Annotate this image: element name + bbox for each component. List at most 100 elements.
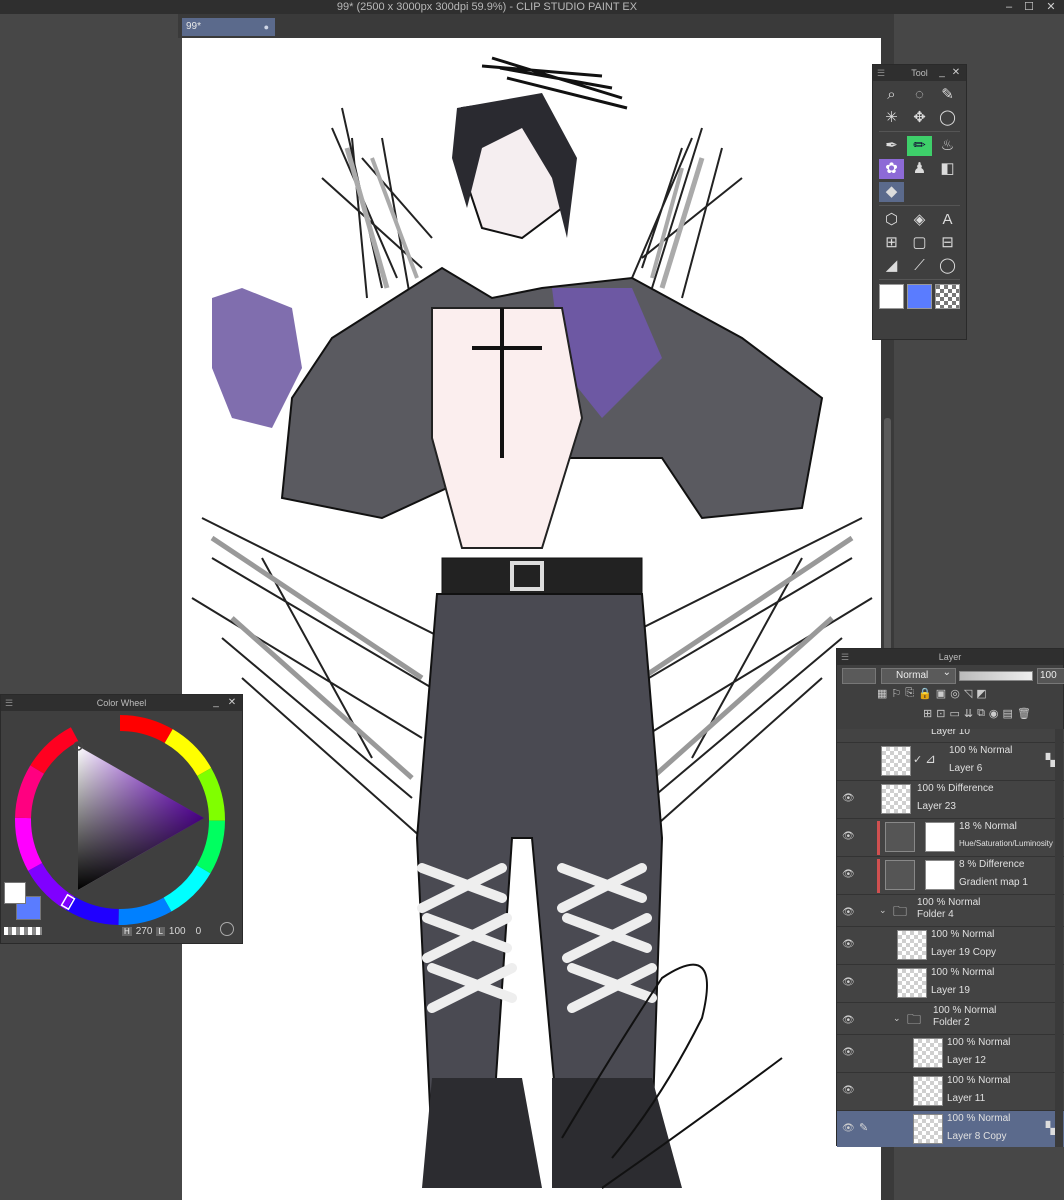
grip-icon[interactable]: ☰ [5, 695, 13, 711]
combine-icon[interactable]: ⧉ [977, 707, 985, 727]
rotate-select-icon[interactable]: ◌ [907, 85, 932, 105]
blend-icon[interactable]: ♟ [907, 159, 932, 179]
mask-thumbnail [925, 860, 955, 890]
eyedropper-icon[interactable]: ✎ [935, 85, 960, 105]
color-settings-icon[interactable] [220, 922, 234, 936]
move-icon[interactable]: ✥ [907, 108, 932, 128]
grip-icon[interactable]: ☰ [877, 65, 885, 81]
set-reference-icon[interactable]: ⚐ [891, 687, 901, 705]
color-wheel-title: Color Wheel [96, 698, 147, 708]
eye-icon[interactable]: 👁 [842, 1123, 855, 1134]
layer-row[interactable]: ✓ ⊿ 100 % Normal Layer 6 ▚ [837, 743, 1064, 781]
chevron-down-icon[interactable]: ⌄ [879, 905, 887, 916]
opacity-input[interactable]: 100 [1037, 668, 1064, 684]
reference-layer-icon[interactable]: ▦ [877, 687, 887, 705]
layer-row[interactable]: 👁 18 % Normal Hue/Saturation/Luminosity [837, 819, 1064, 857]
sub-color-swatch[interactable] [907, 284, 932, 309]
lasso-icon[interactable]: ◯ [935, 108, 960, 128]
minimize-icon[interactable]: _ [936, 65, 948, 81]
fill-icon[interactable]: ◈ [907, 210, 932, 230]
layer-row[interactable]: 👁 100 % Normal Layer 12 [837, 1035, 1064, 1073]
chevron-down-icon[interactable]: ⌄ [893, 1013, 901, 1024]
color-wheel-header[interactable]: ☰ Color Wheel _ ✕ [1, 695, 242, 711]
brush-pen-icon[interactable]: ⟋ [907, 256, 932, 276]
edit-pen-icon: ✎ [859, 1122, 869, 1134]
title-bar: 99* (2500 x 3000px 300dpi 59.9%) - CLIP … [0, 0, 1064, 14]
folder-icon: 🗀 [907, 1011, 921, 1027]
layer-row-selected[interactable]: 👁 ✎ 100 % Normal Layer 8 Copy ▚ [837, 1111, 1064, 1147]
eye-icon[interactable]: 👁 [842, 869, 855, 880]
close-icon[interactable]: ✕ [950, 65, 962, 81]
auto-select-icon[interactable]: ✳ [879, 108, 904, 128]
frame-icon[interactable]: ▢ [907, 233, 932, 253]
layer-thumbnail [913, 1076, 943, 1106]
eye-icon[interactable]: 👁 [842, 831, 855, 842]
tool-panel-header[interactable]: ☰ Tool _ ✕ [873, 65, 966, 81]
eye-icon[interactable]: 👁 [842, 793, 855, 804]
new-vector-layer-icon[interactable]: ⊡ [936, 707, 945, 727]
main-color-swatch[interactable] [879, 284, 904, 309]
hue-tag: H [122, 927, 132, 936]
decoration-icon[interactable]: ✿ [879, 159, 904, 179]
layer-toolbar-actions: ⊞ ⊡ ▭ ⇊ ⧉ ◉ ▤ 🗑 [837, 707, 1064, 727]
new-folder-icon[interactable]: ▭ [949, 707, 959, 727]
close-button[interactable]: ✕ [1042, 0, 1060, 14]
create-mask-icon[interactable]: ◉ [989, 707, 999, 727]
layer-row[interactable]: 👁 100 % Normal Layer 11 [837, 1073, 1064, 1111]
folder-row[interactable]: 👁 ⌄ 🗀 100 % Normal Folder 2 [837, 1003, 1064, 1035]
boots [422, 1078, 682, 1188]
transfer-down-icon[interactable]: ⇊ [964, 707, 973, 727]
layer-toolbar-lock: ▦ ⚐ ⎘ 🔒 ▣ ◎ ◹ ◩ [877, 687, 1064, 705]
mask-icon[interactable]: ◎ [950, 687, 960, 705]
layer-row[interactable]: 👁 8 % Difference Gradient map 1 [837, 857, 1064, 895]
folder-row[interactable]: 👁 ⌄ 🗀 100 % Normal Folder 4 [837, 895, 1064, 927]
ruler-icon[interactable]: ⊞ [879, 233, 904, 253]
clip-layer-icon[interactable]: ⎘ [905, 687, 914, 705]
eye-icon[interactable]: 👁 [842, 907, 855, 918]
layer-row[interactable]: 👁 100 % Difference Layer 23 [837, 781, 1064, 819]
layer-row[interactable]: 👁 100 % Normal Layer 19 [837, 965, 1064, 1003]
lock-transparent-icon[interactable]: ▣ [936, 687, 946, 705]
main-color-swatch[interactable] [4, 882, 26, 904]
airbrush-icon[interactable]: ♨ [935, 136, 960, 156]
maximize-button[interactable]: ☐ [1020, 0, 1038, 14]
zoom-icon[interactable]: ⌕ [879, 85, 904, 105]
eraser-icon[interactable]: ◆ [879, 182, 904, 202]
drawing-canvas[interactable] [182, 38, 881, 1200]
balloon-icon[interactable]: ◯ [935, 256, 960, 276]
eye-icon[interactable]: 👁 [842, 977, 855, 988]
layer-flag-icon: ▚ [1045, 753, 1055, 767]
close-icon[interactable]: ✕ [226, 695, 238, 711]
transparent-color-swatch[interactable] [935, 284, 960, 309]
operation-icon[interactable]: ⊟ [935, 233, 960, 253]
hue-ring[interactable] [12, 712, 230, 928]
eye-icon[interactable]: 👁 [842, 1085, 855, 1096]
lock-icon[interactable]: 🔒 [918, 687, 932, 705]
transparent-swatch[interactable] [4, 927, 42, 935]
grip-icon[interactable]: ☰ [841, 649, 849, 665]
correction-icon[interactable]: ◢ [879, 256, 904, 276]
blend-mode-select[interactable]: Normal [881, 666, 956, 684]
eye-icon[interactable]: 👁 [842, 1015, 855, 1026]
layer-row[interactable]: Layer 10 [837, 729, 1064, 743]
layer-color-mode-select[interactable] [842, 668, 876, 684]
document-tab[interactable]: 99* ● [182, 18, 275, 36]
text-icon[interactable]: A [935, 210, 960, 230]
minimize-button[interactable]: – [1000, 0, 1018, 14]
delete-layer-icon[interactable]: 🗑 [1017, 707, 1031, 727]
eye-icon[interactable]: 👁 [842, 939, 855, 950]
color-icon[interactable]: ◩ [976, 687, 986, 705]
minimize-icon[interactable]: _ [210, 695, 222, 711]
new-raster-layer-icon[interactable]: ⊞ [923, 707, 932, 727]
figure-icon[interactable]: ⬡ [879, 210, 904, 230]
ruler-display-icon[interactable]: ◹ [964, 687, 972, 705]
layer-list-scrollbar[interactable] [1055, 729, 1063, 1147]
pen-icon[interactable]: ✒ [879, 136, 904, 156]
pencil-icon[interactable]: ✏ [907, 136, 932, 156]
layer-row[interactable]: 👁 100 % Normal Layer 19 Copy [837, 927, 1064, 965]
eye-icon[interactable]: 👁 [842, 1047, 855, 1058]
apply-mask-icon[interactable]: ▤ [1003, 707, 1013, 727]
opacity-slider[interactable] [959, 671, 1033, 681]
gradient-icon[interactable]: ◧ [935, 159, 960, 179]
layer-panel-header[interactable]: ☰ Layer [837, 649, 1063, 665]
